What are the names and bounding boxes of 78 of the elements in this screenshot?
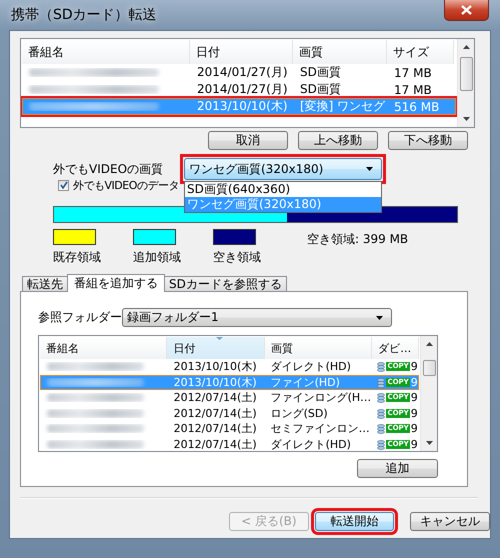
scroll-up-icon	[426, 342, 432, 346]
quality-label: 外でもVIDEOの画質	[53, 160, 164, 178]
column-header[interactable]: ダビ…	[372, 337, 419, 359]
list-row[interactable]: 2014/01/27(月) SD画質 17 MB	[22, 81, 456, 98]
check-icon	[60, 181, 68, 189]
tab[interactable]: SDカードを参照する	[164, 276, 287, 291]
table-cell: [変換] ワンセグ	[300, 98, 386, 115]
scroll-thumb[interactable]	[422, 360, 436, 376]
cancel-button[interactable]: キャンセル	[410, 512, 490, 531]
disc-stack-icon	[377, 376, 386, 388]
copy-count: 9	[410, 360, 418, 374]
disc-stack-icon	[377, 361, 386, 372]
scroll-up-icon	[462, 45, 470, 49]
add-button[interactable]: 追加	[357, 459, 438, 478]
table-cell: 516 MB	[394, 100, 440, 114]
table-cell: 2014/01/27(月)	[197, 64, 288, 81]
checkbox[interactable]	[58, 180, 69, 190]
close-icon	[461, 5, 472, 15]
dropdown-option[interactable]: SD画質(640x360)	[185, 182, 381, 197]
move-up-button[interactable]: 上へ移動	[298, 131, 378, 150]
scroll-down-icon	[462, 117, 470, 121]
folder-dropdown[interactable]: 録画フォルダー1	[122, 308, 392, 327]
scroll-down-icon	[426, 441, 432, 445]
table-cell: 2012/07/14(土)	[174, 390, 257, 406]
table-cell: 2013/10/10(木)	[174, 359, 257, 374]
table-cell: 2012/07/14(土)	[174, 406, 257, 421]
disc-stack-icon	[377, 438, 386, 450]
table-cell: 17 MB	[394, 82, 432, 96]
disc-stack-icon	[377, 392, 386, 404]
copy-count: 9	[410, 438, 418, 451]
scroll-thumb[interactable]	[460, 57, 472, 91]
table-cell: 2012/07/14(土)	[174, 421, 257, 436]
disc-stack-icon	[377, 408, 386, 419]
column-header[interactable]: 番組名	[22, 40, 190, 64]
quality-dropdown[interactable]: ワンセグ画質(320x180)	[184, 158, 382, 180]
legend-label: 既存領域	[53, 249, 102, 266]
column-header[interactable]: 日付	[167, 337, 265, 359]
table-cell: 2014/01/27(月)	[197, 81, 288, 98]
copy-count: 9	[410, 376, 418, 389]
transfer-list[interactable]: 番組名 日付 画質 サイズ 2014/01/27(月) SD画質 17 MB 2014/01/27(月) SD画質 17 MB 2013/10/10(木) [変換] ワンセグ 516 MB	[20, 38, 475, 128]
checkbox-label: 外でもVIDEOのデータ	[73, 178, 179, 192]
table-cell: 2012/07/14(土)	[174, 436, 257, 451]
column-header[interactable]: 日付	[190, 40, 293, 64]
column-header[interactable]: サイズ	[387, 40, 454, 64]
table-cell: ダイレクト(HD)	[270, 436, 351, 451]
table-cell: 17 MB	[394, 66, 432, 80]
table-cell: 2013/10/10(木)	[174, 374, 257, 390]
move-down-button[interactable]: 下へ移動	[388, 131, 468, 150]
table-cell: SD画質	[300, 64, 341, 81]
cancel-button[interactable]: 取消	[208, 131, 288, 150]
column-header[interactable]: 画質	[293, 40, 387, 64]
legend-label: 追加領域	[133, 249, 182, 266]
tab[interactable]: 番組を追加する	[67, 274, 165, 292]
copy-count: 9	[410, 391, 418, 404]
caret-icon	[366, 167, 373, 171]
table-cell: ファイン(HD)	[270, 374, 340, 390]
table-cell: ロング(SD)	[270, 406, 328, 421]
caret-icon	[376, 316, 383, 320]
list-row[interactable]: 2014/01/27(月) SD画質 17 MB	[22, 64, 456, 81]
table-cell: ファインロング(H…	[270, 390, 372, 406]
disc-stack-icon	[377, 423, 386, 434]
column-header[interactable]: 画質	[264, 337, 372, 359]
sort-arrow-icon	[216, 337, 223, 340]
scrollbar[interactable]	[457, 39, 474, 127]
close-button[interactable]	[444, 0, 489, 21]
table-cell: ダイレクト(HD)	[270, 359, 351, 374]
window-title: 携帯（SDカード）転送	[10, 6, 157, 24]
table-cell: SD画質	[300, 81, 341, 98]
column-header[interactable]: 番組名	[40, 337, 168, 359]
table-cell: セミファインロン…	[270, 421, 370, 436]
scrollbar[interactable]	[420, 336, 437, 451]
legend-label: 空き領域	[213, 249, 262, 266]
free-space-text: 空き領域: 399 MB	[307, 231, 408, 248]
table-cell: 2013/10/10(木)	[197, 98, 288, 115]
tab[interactable]: 転送先	[22, 276, 68, 291]
copy-count: 9	[410, 422, 418, 436]
folder-label: 参照フォルダー	[38, 309, 122, 326]
copy-count: 9	[410, 406, 418, 420]
